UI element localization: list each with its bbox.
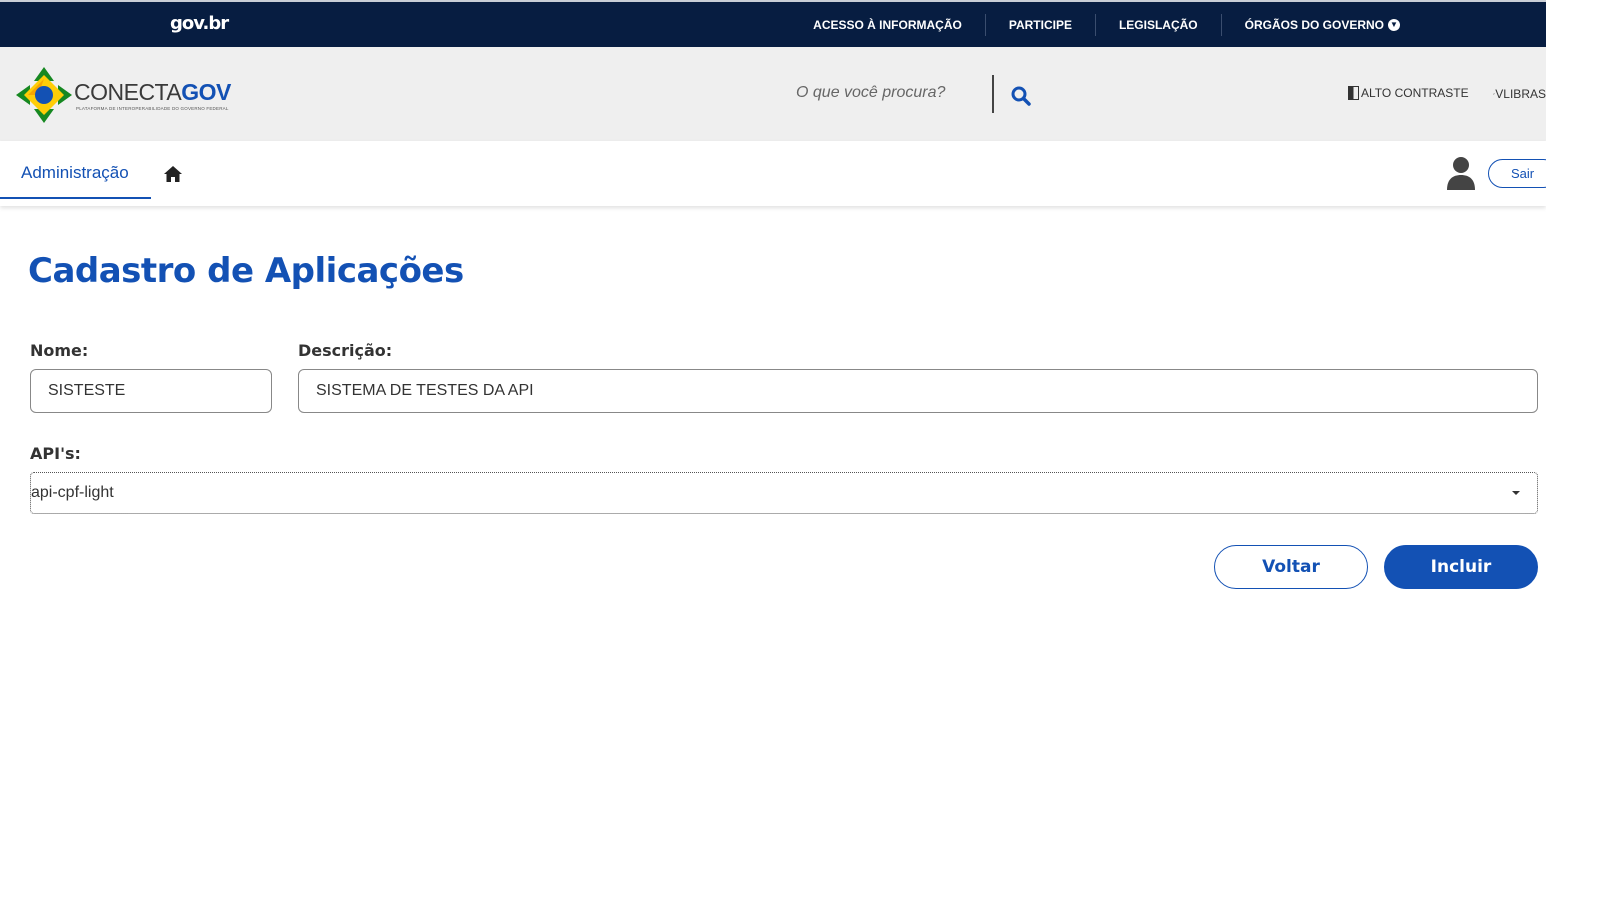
nav-bar: Administração Sair <box>0 141 1558 206</box>
gov-links: ACESSO À INFORMAÇÃO PARTICIPE LEGISLAÇÃO… <box>790 2 1546 47</box>
page-title: Cadastro de Aplicações <box>28 251 464 291</box>
link-acesso-informacao[interactable]: ACESSO À INFORMAÇÃO <box>790 13 986 36</box>
vlibras-label: VLIBRAS <box>1495 87 1546 101</box>
vlibras-toggle[interactable]: VLIBRAS <box>1493 86 1546 102</box>
link-participe[interactable]: PARTICIPE <box>986 13 1096 36</box>
home-icon <box>164 166 182 182</box>
tab-administracao[interactable]: Administração <box>0 141 151 199</box>
chevron-down-icon: ▼ <box>1388 18 1400 31</box>
nome-field[interactable] <box>30 369 272 413</box>
descricao-field[interactable] <box>298 369 1538 413</box>
home-button[interactable] <box>163 165 183 183</box>
incluir-button[interactable]: Incluir <box>1384 545 1538 589</box>
logo-name-part2: GOV <box>181 79 231 105</box>
apis-select[interactable]: api-cpf-light <box>30 472 1538 514</box>
caret-down-icon <box>1512 491 1520 495</box>
logo-subtitle: PLATAFORMA DE INTEROPERABILIDADE DO GOVE… <box>76 106 229 111</box>
viewport-edge <box>1546 0 1600 900</box>
contrast-icon <box>1348 86 1359 100</box>
search-input[interactable] <box>790 75 980 111</box>
search-icon <box>1011 86 1031 106</box>
contrast-label: ALTO CONTRASTE <box>1361 86 1469 100</box>
nome-label: Nome: <box>30 341 89 360</box>
link-orgaos-label: ÓRGÃOS DO GOVERNO <box>1244 17 1384 32</box>
high-contrast-toggle[interactable]: ALTO CONTRASTE <box>1348 86 1469 100</box>
apis-label: API's: <box>30 444 81 463</box>
apis-selected-value: api-cpf-light <box>31 484 114 501</box>
conectagov-emblem-icon <box>16 67 72 123</box>
user-avatar[interactable] <box>1445 155 1477 191</box>
link-orgaos-governo[interactable]: ÓRGÃOS DO GOVERNO ▼ <box>1222 14 1546 36</box>
descricao-label: Descrição: <box>298 341 393 360</box>
site-header: CONECTAGOV PLATAFORMA DE INTEROPERABILID… <box>0 47 1546 141</box>
search-button[interactable] <box>1008 83 1034 109</box>
govbr-logo[interactable]: gov.br <box>170 13 229 34</box>
link-legislacao[interactable]: LEGISLAÇÃO <box>1096 13 1222 36</box>
logo-name: CONECTAGOV <box>74 79 231 106</box>
user-icon <box>1447 157 1475 190</box>
gov-top-bar: gov.br ACESSO À INFORMAÇÃO PARTICIPE LEG… <box>0 0 1546 47</box>
conectagov-logo[interactable]: CONECTAGOV PLATAFORMA DE INTEROPERABILID… <box>16 67 236 123</box>
logo-name-part1: CONECTA <box>74 79 182 105</box>
search-box <box>790 75 994 113</box>
voltar-button[interactable]: Voltar <box>1214 545 1368 589</box>
